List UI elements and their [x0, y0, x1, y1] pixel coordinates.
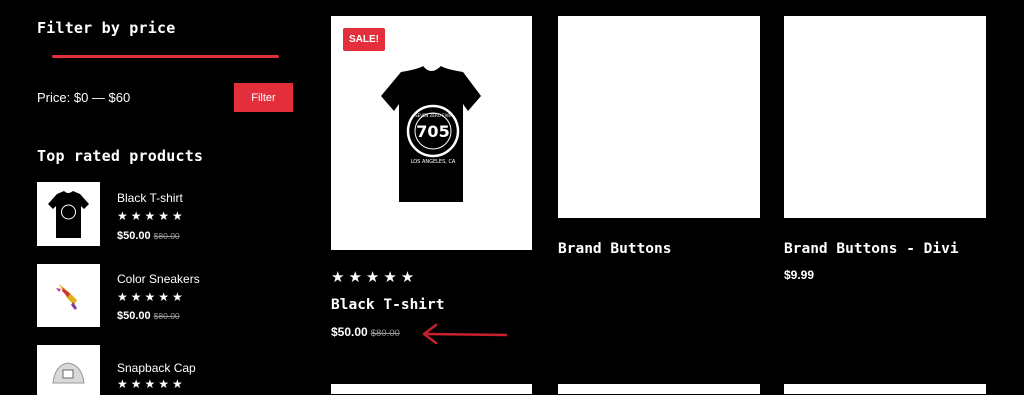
arrow-annotation-icon — [422, 323, 508, 345]
product-image-next-row[interactable] — [331, 384, 532, 394]
old-price: $80.00 — [153, 231, 180, 241]
price-slider[interactable] — [37, 50, 295, 64]
slider-max-handle[interactable] — [281, 52, 290, 61]
product-title[interactable]: Black T-shirt — [331, 297, 445, 313]
slider-min-handle[interactable] — [41, 52, 50, 61]
sidebar-product-name[interactable]: Snapback Cap — [117, 361, 196, 375]
sidebar-product-price: $50.00 $80.00 — [117, 310, 180, 322]
current-price: $50.00 — [117, 230, 151, 242]
product-title[interactable]: Brand Buttons — [558, 241, 672, 257]
shirt-print-number: 705 — [416, 122, 449, 141]
current-price: $50.00 — [331, 325, 368, 339]
price-range-label: Price: $0 — $60 — [37, 90, 131, 105]
sidebar-product-price: $50.00 $80.00 — [117, 230, 180, 242]
product-image-brand-buttons-divi[interactable] — [784, 16, 986, 218]
rating-stars: ★★★★★ — [117, 209, 186, 223]
tshirt-icon: 705 LOS ANGELES, CA SEVEN ZERO FIVE — [381, 66, 481, 202]
current-price: $50.00 — [117, 310, 151, 322]
product-image-brand-buttons[interactable] — [558, 16, 760, 218]
tshirt-icon — [48, 191, 89, 238]
cap-icon — [52, 362, 85, 384]
rating-stars: ★★★★★ — [331, 269, 419, 286]
rating-stars: ★★★★★ — [117, 290, 186, 304]
old-price: $80.00 — [370, 328, 400, 339]
filter-by-price-title: Filter by price — [37, 19, 176, 37]
shirt-print-city: LOS ANGELES, CA — [411, 159, 456, 165]
sidebar-product-name[interactable]: Black T-shirt — [117, 191, 183, 205]
product-thumb-black-tshirt[interactable] — [37, 182, 100, 246]
product-image-black-tshirt[interactable]: 705 LOS ANGELES, CA SEVEN ZERO FIVE SALE… — [331, 16, 532, 250]
sale-badge: SALE! — [343, 28, 385, 51]
shirt-print-ring: SEVEN ZERO FIVE — [415, 113, 451, 118]
top-rated-title: Top rated products — [37, 147, 204, 165]
sneaker-icon — [56, 284, 77, 310]
product-thumb-color-sneakers[interactable] — [37, 264, 100, 327]
product-image-next-row[interactable] — [558, 384, 760, 394]
product-price: $9.99 — [784, 268, 815, 282]
slider-range — [52, 55, 279, 58]
sidebar-product-name[interactable]: Color Sneakers — [117, 272, 200, 286]
product-thumb-snapback-cap[interactable] — [37, 345, 100, 395]
product-image-next-row[interactable] — [784, 384, 986, 394]
old-price: $80.00 — [153, 311, 180, 321]
filter-button[interactable]: Filter — [234, 83, 293, 112]
product-title[interactable]: Brand Buttons - Divi — [784, 241, 959, 257]
product-price: $50.00 $80.00 — [331, 325, 400, 339]
